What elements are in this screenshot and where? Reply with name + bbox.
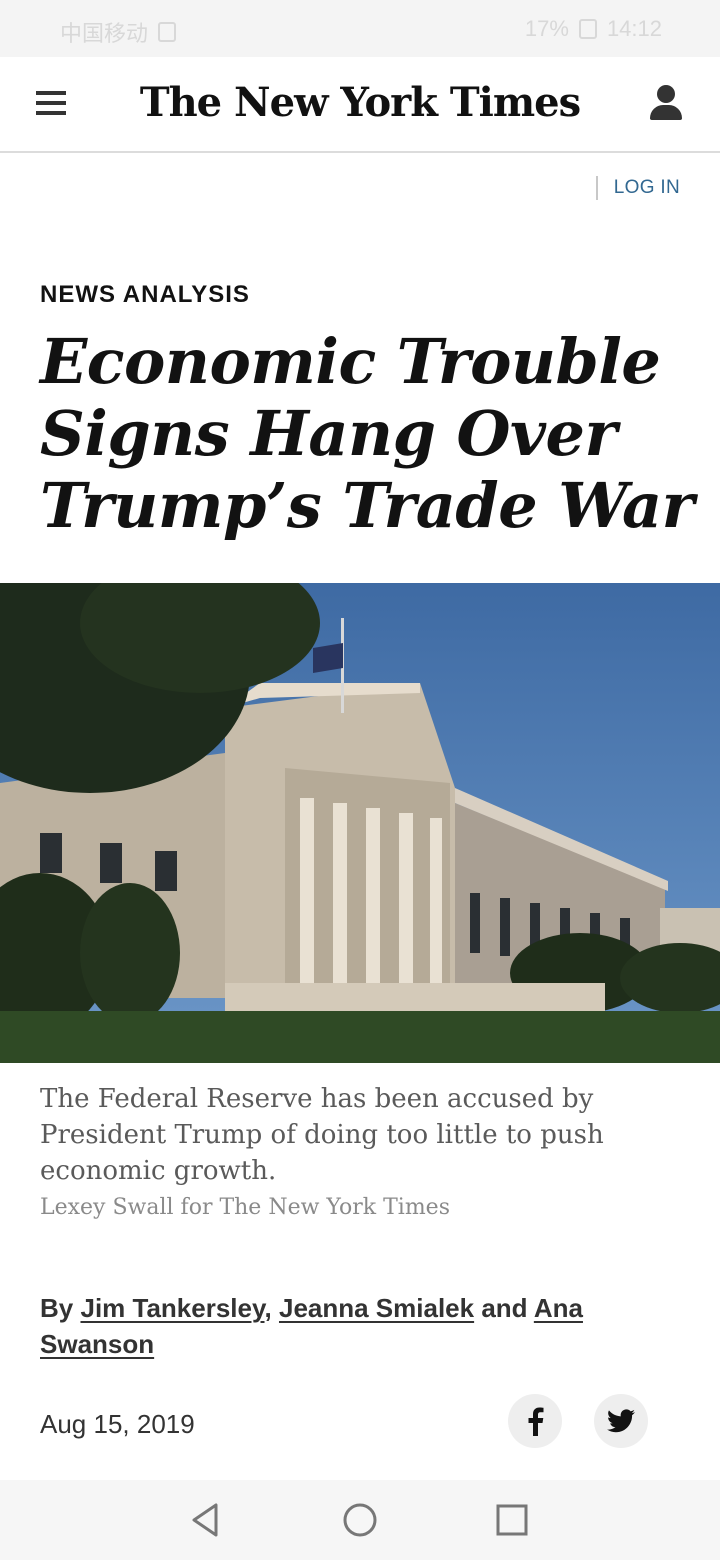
author-link-2[interactable]: Jeanna Smialek	[279, 1293, 474, 1323]
battery-percent: 17%	[524, 16, 569, 41]
twitter-icon	[607, 1409, 635, 1433]
app-header: The New York Times	[0, 57, 720, 153]
status-bar: 中国移动 17% 14:12	[0, 0, 720, 57]
home-circle-icon[interactable]	[340, 1500, 380, 1540]
photo-credit: Lexey Swall for The New York Times	[40, 1195, 450, 1220]
article-kicker: NEWS ANALYSIS	[40, 281, 250, 308]
login-link[interactable]: LOG IN	[614, 177, 680, 199]
hero-photo	[0, 583, 720, 1063]
share-facebook-button[interactable]	[508, 1394, 562, 1448]
back-triangle-icon[interactable]	[186, 1500, 226, 1540]
status-left: 中国移动	[60, 16, 177, 48]
byline: By Jim Tankersley, Jeanna Smialek and An…	[40, 1290, 640, 1362]
byline-prefix: By	[40, 1293, 74, 1323]
battery-icon	[578, 19, 597, 39]
login-row: LOG IN	[595, 176, 680, 200]
photo-caption: The Federal Reserve has been accused by …	[40, 1084, 604, 1186]
status-time: 14:12	[606, 16, 662, 41]
author-link-1[interactable]: Jim Tankersley	[80, 1293, 264, 1323]
publish-date: Aug 15, 2019	[40, 1409, 195, 1439]
system-nav-bar	[0, 1480, 720, 1560]
article-headline: Economic Trouble Signs Hang Over Trump’s…	[40, 325, 694, 542]
byline-and: and	[481, 1293, 528, 1323]
account-icon[interactable]	[650, 85, 682, 121]
notification-icon	[158, 22, 177, 42]
carrier-label: 中国移动	[60, 21, 149, 46]
share-twitter-button[interactable]	[594, 1394, 648, 1448]
login-divider	[595, 176, 598, 200]
recent-square-icon[interactable]	[492, 1500, 532, 1540]
byline-separator: ,	[264, 1293, 272, 1323]
nyt-logo[interactable]: The New York Times	[0, 79, 720, 126]
status-right: 17% 14:12	[525, 16, 662, 42]
facebook-icon	[528, 1407, 544, 1436]
